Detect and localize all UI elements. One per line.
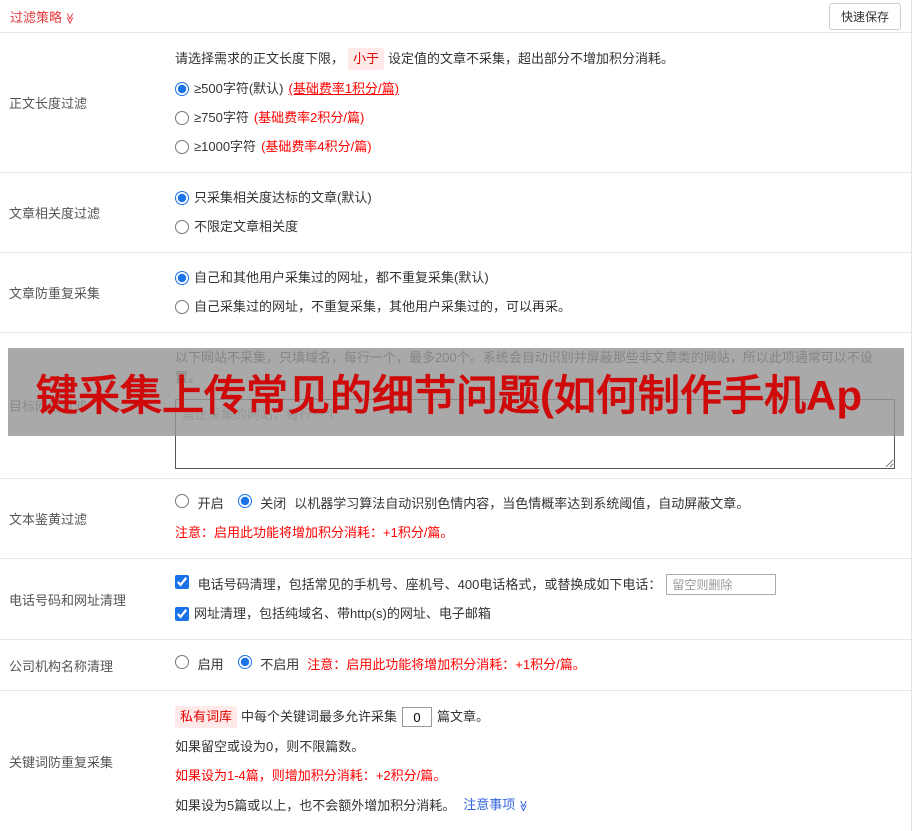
length-1000-radio[interactable]	[175, 140, 189, 154]
length-500-note: (基础费率1积分/篇)	[288, 81, 399, 96]
porn-filter-warning: 注意：启用此功能将增加积分消耗：+1积分/篇。	[175, 525, 454, 540]
length-filter-content: 请选择需求的正文长度下限， 小于 设定值的文章不采集，超出部分不增加积分消耗。 …	[175, 33, 911, 172]
porn-filter-content: 开启 关闭 以机器学习算法自动识别色情内容，当色情概率达到系统阈值，自动屏蔽文章…	[175, 479, 911, 558]
phone-url-clean-content: 电话号码清理，包括常见的手机号、座机号、400电话格式，或替换成如下电话： 网址…	[175, 559, 911, 639]
target-site-filter-label: 目标网站过滤	[9, 399, 88, 414]
replacement-phone-input[interactable]	[666, 574, 777, 595]
porn-filter-options: 开启 关闭 以机器学习算法自动识别色情内容，当色情概率达到系统阈值，自动屏蔽文章…	[175, 494, 903, 514]
intro-before: 请选择需求的正文长度下限，	[175, 51, 345, 66]
phone-clean-label: 电话号码清理，包括常见的手机号、座机号、400电话格式，或替换成如下电话：	[197, 576, 662, 592]
keyword-dedup-line4: 如果设为5篇或以上，也不会额外增加积分消耗。 注意事项 ≫	[175, 795, 903, 816]
porn-option-on[interactable]: 开启	[175, 494, 224, 514]
chevron-down-icon: ≫	[63, 12, 76, 24]
chevron-down-icon: ≫	[517, 800, 530, 812]
url-clean-option[interactable]: 网址清理，包括纯域名、带http(s)的网址、电子邮箱	[175, 604, 903, 624]
company-clean-on-label: 启用	[197, 657, 224, 672]
porn-on-label: 开启	[197, 496, 224, 511]
notes-link-label: 注意事项	[463, 797, 516, 812]
row-target-site-filter: 目标网站过滤 以下网站不采集，只填域名，每行一个，最多200个。系统会自动识别并…	[0, 333, 911, 479]
keyword-dedup-line1-mid: 中每个关键词最多允许采集	[241, 709, 398, 724]
porn-off-radio[interactable]	[237, 494, 252, 508]
length-1000-label: ≥1000字符	[194, 139, 257, 154]
relevance-option-any[interactable]: 不限定文章相关度	[175, 217, 903, 237]
length-750-radio[interactable]	[175, 111, 189, 125]
keyword-dedup-line4-text: 如果设为5篇或以上，也不会额外增加积分消耗。	[175, 797, 456, 813]
row-phone-url-clean: 电话号码和网址清理 电话号码清理，包括常见的手机号、座机号、400电话格式，或替…	[0, 559, 911, 640]
relevance-any-radio[interactable]	[175, 220, 189, 234]
porn-filter-desc: 以机器学习算法自动识别色情内容，当色情概率达到系统阈值，自动屏蔽文章。	[294, 496, 750, 511]
relevance-filter-label: 文章相关度过滤	[9, 206, 101, 221]
max-articles-input[interactable]	[402, 707, 433, 727]
company-clean-on-radio[interactable]	[175, 655, 189, 669]
target-site-desc: 以下网站不采集，只填域名，每行一个，最多200个。系统会自动识别并屏蔽那些非文章…	[175, 350, 873, 385]
dedup-filter-label: 文章防重复采集	[9, 286, 101, 301]
phone-clean-option[interactable]: 电话号码清理，包括常见的手机号、座机号、400电话格式，或替换成如下电话：	[175, 574, 662, 595]
dedup-filter-content: 自己和其他用户采集过的网址，都不重复采集(默认) 自己采集过的网址，不重复采集，…	[175, 253, 911, 332]
length-500-label: ≥500字符(默认)	[194, 81, 284, 96]
phone-url-clean-label: 电话号码和网址清理	[9, 592, 127, 608]
relevance-strict-radio[interactable]	[175, 191, 189, 205]
row-relevance-filter: 文章相关度过滤 只采集相关度达标的文章(默认) 不限定文章相关度	[0, 173, 911, 253]
dedup-option-global[interactable]: 自己和其他用户采集过的网址，都不重复采集(默认)	[175, 268, 903, 288]
length-option-1000[interactable]: ≥1000字符 (基础费率4积分/篇)	[175, 137, 903, 157]
row-length-filter: 正文长度过滤 请选择需求的正文长度下限， 小于 设定值的文章不采集，超出部分不增…	[0, 33, 911, 173]
keyword-dedup-label: 关键词防重复采集	[9, 754, 114, 770]
keyword-dedup-line2: 如果留空或设为0，则不限篇数。	[175, 739, 365, 754]
phone-clean-item: 电话号码清理，包括常见的手机号、座机号、400电话格式，或替换成如下电话：	[175, 574, 903, 595]
length-500-radio[interactable]	[175, 82, 189, 96]
company-clean-off-radio[interactable]	[237, 655, 252, 669]
row-porn-filter: 文本鉴黄过滤 开启 关闭 以机器学习算法自动识别色情内容，当色情概率达到系统阈值…	[0, 479, 911, 559]
company-clean-warning: 注意：启用此功能将增加积分消耗：+1积分/篇。	[307, 657, 586, 672]
relevance-filter-content: 只采集相关度达标的文章(默认) 不限定文章相关度	[175, 173, 911, 252]
porn-filter-label: 文本鉴黄过滤	[9, 512, 88, 527]
dedup-option-self[interactable]: 自己采集过的网址，不重复采集，其他用户采集过的，可以再采。	[175, 297, 903, 317]
relevance-option-strict[interactable]: 只采集相关度达标的文章(默认)	[175, 188, 903, 208]
filter-strategy-page: 过滤策略≫ 快速保存 正文长度过滤 请选择需求的正文长度下限， 小于 设定值的文…	[0, 0, 912, 831]
length-filter-intro: 请选择需求的正文长度下限， 小于 设定值的文章不采集，超出部分不增加积分消耗。	[175, 48, 903, 70]
porn-option-off[interactable]: 关闭	[237, 494, 287, 514]
page-title-text: 过滤策略	[10, 9, 63, 25]
intro-after: 设定值的文章不采集，超出部分不增加积分消耗。	[388, 51, 675, 66]
keyword-dedup-line3: 如果设为1-4篇，则增加积分消耗：+2积分/篇。	[175, 768, 447, 783]
page-header: 过滤策略≫ 快速保存	[0, 0, 911, 33]
row-dedup-filter: 文章防重复采集 自己和其他用户采集过的网址，都不重复采集(默认) 自己采集过的网…	[0, 253, 911, 333]
porn-off-label: 关闭	[260, 496, 287, 511]
keyword-dedup-content: 私有词库 中每个关键词最多允许采集 篇文章。 如果留空或设为0，则不限篇数。 如…	[175, 691, 911, 831]
quick-save-button[interactable]: 快速保存	[828, 2, 901, 30]
intro-highlight: 小于	[348, 48, 385, 70]
phone-clean-checkbox[interactable]	[175, 574, 189, 589]
length-1000-note: (基础费率4积分/篇)	[261, 139, 372, 154]
row-company-clean: 公司机构名称清理 启用 不启用 注意：启用此功能将增加积分消耗：+1积分/篇。	[0, 640, 911, 691]
private-lexicon-tag[interactable]: 私有词库	[175, 706, 238, 728]
page-title[interactable]: 过滤策略≫	[10, 7, 76, 26]
dedup-global-label: 自己和其他用户采集过的网址，都不重复采集(默认)	[194, 270, 489, 285]
length-750-note: (基础费率2积分/篇)	[253, 110, 365, 125]
length-option-500[interactable]: ≥500字符(默认) (基础费率1积分/篇)	[175, 79, 903, 99]
company-clean-content: 启用 不启用 注意：启用此功能将增加积分消耗：+1积分/篇。	[175, 640, 911, 690]
company-clean-off-label: 不启用	[260, 657, 300, 672]
url-clean-label: 网址清理，包括纯域名、带http(s)的网址、电子邮箱	[194, 606, 491, 621]
length-750-label: ≥750字符	[194, 110, 249, 125]
company-clean-options: 启用 不启用 注意：启用此功能将增加积分消耗：+1积分/篇。	[175, 655, 903, 675]
relevance-any-label: 不限定文章相关度	[194, 219, 299, 234]
notes-link[interactable]: 注意事项 ≫	[463, 795, 529, 816]
dedup-global-radio[interactable]	[175, 271, 189, 285]
keyword-dedup-line1: 私有词库 中每个关键词最多允许采集 篇文章。	[175, 706, 903, 728]
length-filter-label: 正文长度过滤	[9, 96, 88, 111]
dedup-self-radio[interactable]	[175, 300, 189, 314]
relevance-strict-label: 只采集相关度达标的文章(默认)	[194, 190, 372, 205]
keyword-dedup-line1-after: 篇文章。	[437, 709, 490, 724]
company-clean-label: 公司机构名称清理	[9, 658, 114, 674]
target-site-filter-content: 以下网站不采集，只填域名，每行一个，最多200个。系统会自动识别并屏蔽那些非文章…	[175, 333, 911, 478]
url-clean-checkbox[interactable]	[175, 607, 189, 621]
company-clean-on-option[interactable]: 启用	[175, 655, 224, 675]
blocked-sites-textarea[interactable]	[175, 399, 895, 469]
company-clean-off-option[interactable]: 不启用	[237, 655, 300, 675]
dedup-self-label: 自己采集过的网址，不重复采集，其他用户采集过的，可以再采。	[194, 299, 572, 314]
row-keyword-dedup: 关键词防重复采集 私有词库 中每个关键词最多允许采集 篇文章。 如果留空或设为0…	[0, 691, 911, 831]
length-option-750[interactable]: ≥750字符 (基础费率2积分/篇)	[175, 108, 903, 128]
porn-on-radio[interactable]	[175, 494, 189, 508]
